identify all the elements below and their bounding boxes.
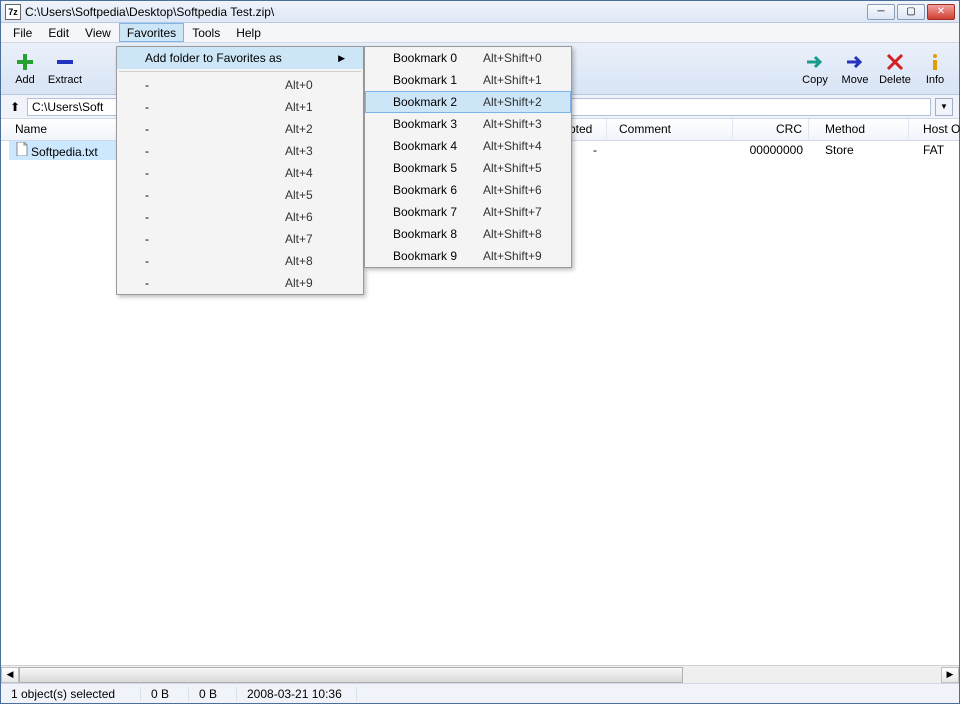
extract-button[interactable]: Extract — [45, 46, 85, 92]
scroll-right-button[interactable]: ▶ — [941, 667, 959, 683]
favorite-slot[interactable]: -Alt+6 — [117, 206, 363, 228]
favorite-slot[interactable]: -Alt+5 — [117, 184, 363, 206]
favorite-slot[interactable]: -Alt+2 — [117, 118, 363, 140]
maximize-button[interactable]: ▢ — [897, 4, 925, 20]
bookmark-item[interactable]: Bookmark 6Alt+Shift+6 — [365, 179, 571, 201]
window-title: C:\Users\Softpedia\Desktop\Softpedia Tes… — [25, 5, 867, 19]
menu-file[interactable]: File — [5, 23, 40, 42]
submenu-arrow-icon: ▶ — [338, 53, 345, 64]
bookmark-item[interactable]: Bookmark 2Alt+Shift+2 — [365, 91, 571, 113]
close-button[interactable]: ✕ — [927, 4, 955, 20]
menubar: FileEditViewFavoritesToolsHelp — [1, 23, 959, 43]
menu-tools[interactable]: Tools — [184, 23, 228, 42]
favorite-slot[interactable]: -Alt+4 — [117, 162, 363, 184]
add-button[interactable]: Add — [5, 46, 45, 92]
column-header[interactable]: CRC — [741, 119, 809, 139]
folder-up-icon[interactable]: ⬆ — [7, 99, 23, 115]
minimize-button[interactable]: ─ — [867, 4, 895, 20]
bookmark-item[interactable]: Bookmark 3Alt+Shift+3 — [365, 113, 571, 135]
move-button[interactable]: Move — [835, 46, 875, 92]
favorite-slot[interactable]: -Alt+9 — [117, 272, 363, 294]
favorite-slot[interactable]: -Alt+0 — [117, 74, 363, 96]
favorite-slot[interactable]: -Alt+8 — [117, 250, 363, 272]
menu-separator — [119, 71, 361, 72]
bookmark-item[interactable]: Bookmark 8Alt+Shift+8 — [365, 223, 571, 245]
address-dropdown-button[interactable]: ▼ — [935, 98, 953, 116]
column-header[interactable]: Method — [819, 119, 909, 139]
info-icon — [925, 52, 945, 72]
menu-view[interactable]: View — [77, 23, 119, 42]
add-folder-submenu[interactable]: Add folder to Favorites as ▶ — [117, 47, 363, 69]
status-selected: 1 object(s) selected — [1, 687, 141, 701]
scroll-track[interactable] — [19, 667, 941, 683]
file-icon — [15, 142, 29, 156]
copy-icon — [805, 52, 825, 72]
bookmark-item[interactable]: Bookmark 9Alt+Shift+9 — [365, 245, 571, 267]
menu-edit[interactable]: Edit — [40, 23, 77, 42]
bookmark-item[interactable]: Bookmark 7Alt+Shift+7 — [365, 201, 571, 223]
add-icon — [15, 52, 35, 72]
column-header[interactable]: Name — [9, 119, 121, 139]
favorites-menu[interactable]: Add folder to Favorites as ▶ -Alt+0-Alt+… — [116, 46, 364, 295]
horizontal-scrollbar[interactable]: ◀ ▶ — [1, 665, 959, 683]
bookmark-item[interactable]: Bookmark 5Alt+Shift+5 — [365, 157, 571, 179]
scroll-thumb[interactable] — [19, 667, 683, 683]
delete-button[interactable]: Delete — [875, 46, 915, 92]
favorite-slot[interactable]: -Alt+1 — [117, 96, 363, 118]
bookmark-item[interactable]: Bookmark 0Alt+Shift+0 — [365, 47, 571, 69]
column-header[interactable]: Comment — [613, 119, 733, 139]
move-icon — [845, 52, 865, 72]
titlebar: 7z C:\Users\Softpedia\Desktop\Softpedia … — [1, 1, 959, 23]
copy-button[interactable]: Copy — [795, 46, 835, 92]
menu-help[interactable]: Help — [228, 23, 269, 42]
favorite-slot[interactable]: -Alt+7 — [117, 228, 363, 250]
menu-favorites[interactable]: Favorites — [119, 23, 184, 42]
bookmark-submenu[interactable]: Bookmark 0Alt+Shift+0Bookmark 1Alt+Shift… — [364, 46, 572, 268]
favorite-slot[interactable]: -Alt+3 — [117, 140, 363, 162]
status-size2: 0 B — [189, 687, 237, 701]
bookmark-item[interactable]: Bookmark 1Alt+Shift+1 — [365, 69, 571, 91]
extract-icon — [55, 52, 75, 72]
statusbar: 1 object(s) selected 0 B 0 B 2008-03-21 … — [1, 683, 959, 703]
info-button[interactable]: Info — [915, 46, 955, 92]
status-size1: 0 B — [141, 687, 189, 701]
status-date: 2008-03-21 10:36 — [237, 687, 357, 701]
bookmark-item[interactable]: Bookmark 4Alt+Shift+4 — [365, 135, 571, 157]
delete-icon — [885, 52, 905, 72]
app-icon: 7z — [5, 4, 21, 20]
scroll-left-button[interactable]: ◀ — [1, 667, 19, 683]
column-header[interactable]: Host O — [917, 119, 960, 139]
